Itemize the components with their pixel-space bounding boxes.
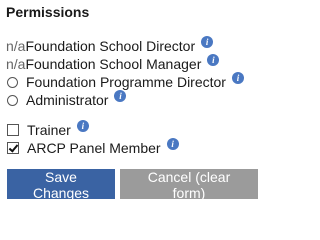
info-icon[interactable]: i bbox=[114, 90, 127, 102]
save-changes-button[interactable]: Save Changes bbox=[7, 169, 115, 201]
info-icon[interactable]: i bbox=[207, 54, 220, 66]
role-label-foundation-school-manager: Foundation School Manager bbox=[25, 56, 202, 72]
form-actions: Save Changes Cancel (clear form) bbox=[7, 169, 264, 201]
role-row-foundation-school-director: n/a Foundation School Director i bbox=[6, 36, 264, 55]
info-icon[interactable]: i bbox=[76, 120, 89, 132]
role-label-administrator[interactable]: Administrator bbox=[26, 92, 108, 108]
role-row-foundation-programme-director: Foundation Programme Director i bbox=[6, 72, 264, 91]
role-row-administrator: Administrator i bbox=[6, 90, 264, 109]
role-label-foundation-school-director: Foundation School Director bbox=[25, 38, 196, 54]
role-label-foundation-programme-director[interactable]: Foundation Programme Director bbox=[26, 74, 226, 90]
extra-label-arcp-panel-member[interactable]: ARCP Panel Member bbox=[27, 140, 161, 156]
extra-label-trainer[interactable]: Trainer bbox=[27, 122, 71, 138]
extra-row-trainer: Trainer i bbox=[6, 120, 264, 139]
checkbox-trainer[interactable] bbox=[7, 124, 19, 136]
role-row-foundation-school-manager: n/a Foundation School Manager i bbox=[6, 54, 264, 73]
info-icon[interactable]: i bbox=[231, 72, 244, 84]
not-applicable-label: n/a bbox=[6, 56, 26, 72]
checkbox-arcp-panel-member[interactable] bbox=[7, 142, 19, 154]
radio-foundation-programme-director[interactable] bbox=[7, 76, 18, 88]
radio-administrator[interactable] bbox=[7, 94, 18, 106]
info-icon[interactable]: i bbox=[166, 138, 179, 150]
not-applicable-label: n/a bbox=[6, 38, 26, 54]
permissions-panel: Permissions n/a Foundation School Direct… bbox=[6, 3, 264, 201]
cancel-clear-form-button[interactable]: Cancel (clear form) bbox=[120, 169, 258, 201]
extra-row-arcp-panel-member: ARCP Panel Member i bbox=[6, 138, 264, 157]
info-icon[interactable]: i bbox=[201, 36, 214, 48]
permissions-heading: Permissions bbox=[6, 4, 90, 20]
